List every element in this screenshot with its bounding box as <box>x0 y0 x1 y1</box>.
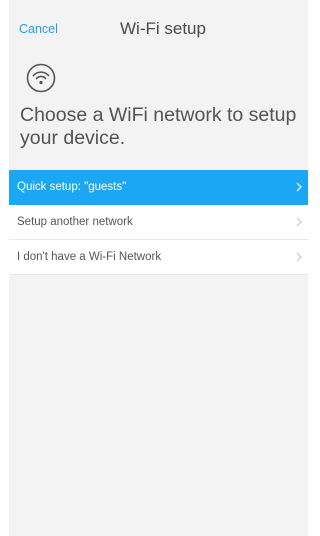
wifi-icon <box>26 63 56 93</box>
page-title: Wi-Fi setup <box>120 19 206 38</box>
intro-heading: Choose a WiFi network to setup your devi… <box>20 104 297 149</box>
setup-another-network-label: Setup another network <box>17 216 133 228</box>
quick-setup-label: Quick setup: "guests" <box>17 181 127 193</box>
chevron-right-icon <box>294 181 304 193</box>
setup-panel: Cancel Wi-Fi setup Choose a WiFi network… <box>9 0 308 536</box>
chevron-right-icon <box>294 216 304 228</box>
chevron-right-icon <box>294 251 304 263</box>
no-wifi-network-label: I don't have a Wi-Fi Network <box>17 251 162 263</box>
cancel-button[interactable]: Cancel <box>19 22 58 36</box>
network-options-list: Quick setup: "guests" Setup another netw… <box>9 170 308 275</box>
header: Cancel Wi-Fi setup <box>9 0 308 58</box>
quick-setup-item[interactable]: Quick setup: "guests" <box>9 170 308 205</box>
no-wifi-network-item[interactable]: I don't have a Wi-Fi Network <box>9 240 308 275</box>
screen: Cancel Wi-Fi setup Choose a WiFi network… <box>0 0 310 536</box>
setup-another-network-item[interactable]: Setup another network <box>9 205 308 240</box>
